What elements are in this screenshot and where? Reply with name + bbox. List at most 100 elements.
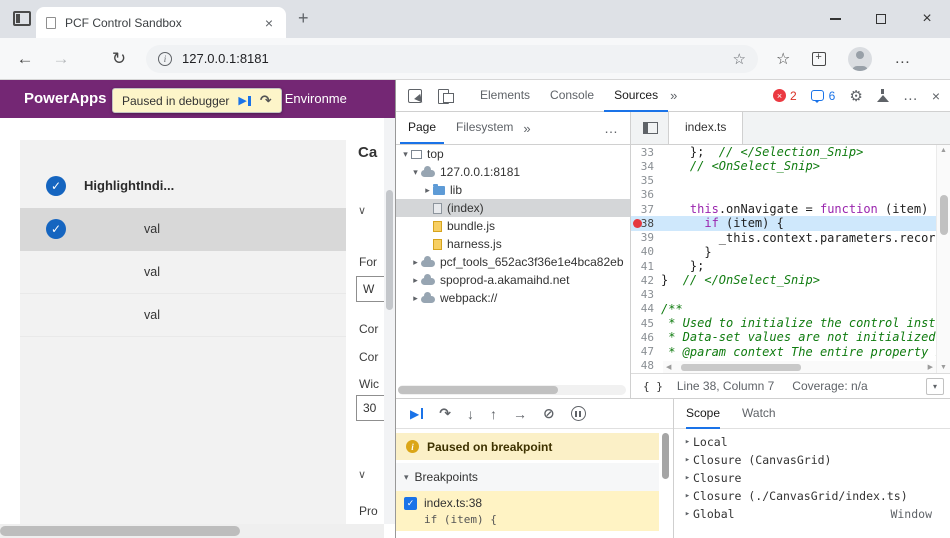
line-number[interactable]: 48 [631,359,661,372]
line-number[interactable]: 46 [631,331,661,344]
address-bar[interactable]: i 127.0.0.1:8181 ☆ [146,44,758,73]
tree-item-pcf-tools[interactable]: ▸ pcf_tools_652ac3f36e1e4bca82eb [396,253,630,271]
tree-item-bundle-js[interactable]: bundle.js [396,217,630,235]
scroll-down-icon[interactable]: ▼ [937,364,950,371]
experiments-icon[interactable] [876,89,889,102]
page-vertical-scrollbar[interactable] [384,118,395,524]
issues-count-badge[interactable]: 6 [810,89,835,103]
code-line[interactable]: 44/** [631,302,936,316]
expand-arrow-icon[interactable]: ▸ [410,275,421,286]
url-text[interactable]: 127.0.0.1:8181 [182,51,733,66]
step-over-button[interactable]: ↷ [439,405,451,422]
editor-vertical-scrollbar[interactable]: ▲ ▼ [936,145,950,373]
devtools-menu-icon[interactable]: … [903,87,918,104]
scrollbar-thumb[interactable] [681,363,801,371]
tab-page[interactable]: Page [400,112,445,144]
step-out-button[interactable]: ↑ [490,406,497,422]
scrollbar-thumb[interactable] [0,526,240,536]
breakpoint-entry[interactable]: ✓ index.ts:38 if (item) { [396,491,659,531]
code-line[interactable]: 43 [631,288,936,302]
overlay-step-over-button[interactable]: ↷ [260,92,272,109]
new-tab-button[interactable]: + [298,8,309,29]
editor-horizontal-scrollbar[interactable]: ◀ ▶ [663,361,936,373]
width-input[interactable]: 30 [356,395,384,421]
step-into-button[interactable]: ↓ [467,406,474,422]
drawer-toggle-icon[interactable]: ▾ [926,377,944,395]
line-number[interactable]: 42 [631,274,661,287]
navigator-menu-icon[interactable]: … [604,120,618,136]
collections-icon[interactable] [812,51,827,66]
browser-menu-icon[interactable]: … [894,50,911,68]
back-button[interactable]: ← [14,49,36,69]
devtools-close-icon[interactable]: × [932,88,940,104]
tab-close-icon[interactable]: × [262,15,276,31]
tree-item-spoprod[interactable]: ▸ spoprod-a.akamaihd.net [396,271,630,289]
line-number[interactable]: 35 [631,174,661,187]
tree-item-lib[interactable]: ▸ lib [396,181,630,199]
expand-arrow-icon[interactable]: ▸ [410,257,421,268]
grid-row[interactable]: val [20,294,346,337]
tree-item-top[interactable]: ▾ top [396,145,630,163]
code-line[interactable]: 45 * Used to initialize the control inst… [631,316,936,330]
scroll-left-icon[interactable]: ◀ [666,363,671,371]
scope-item-closure[interactable]: ▸ Closure [674,469,950,487]
debugger-scrollbar[interactable] [660,433,671,537]
tab-filesystem[interactable]: Filesystem [448,112,521,144]
scope-item-global[interactable]: ▸ Global Window [674,505,950,523]
line-number[interactable]: 39 [631,231,661,244]
expand-arrow-icon[interactable]: ▸ [410,293,421,304]
code-line[interactable]: 42} // </OnSelect_Snip> [631,273,936,287]
form-factor-select[interactable]: W [356,276,384,302]
breakpoint-checkbox[interactable]: ✓ [404,496,417,510]
code-area[interactable]: 33 }; // </Selection_Snip> 34 // <OnSele… [631,145,936,373]
scrollbar-thumb[interactable] [662,433,669,479]
grid-row[interactable]: val [20,251,346,294]
forward-button[interactable]: → [50,49,72,69]
collapse-navigator-icon[interactable] [643,122,658,134]
profile-avatar[interactable] [848,46,873,71]
code-line[interactable]: 46 * Data-set values are not initialized… [631,330,936,344]
scope-item-closure[interactable]: ▸ Closure (CanvasGrid) [674,451,950,469]
line-number[interactable]: 37 [631,203,661,216]
favorites-icon[interactable]: ☆ [776,49,790,69]
code-line[interactable]: 33 }; // </Selection_Snip> [631,145,936,159]
tree-item-webpack[interactable]: ▸ webpack:// [396,289,630,307]
code-line[interactable]: 40 } [631,245,936,259]
close-button[interactable]: × [904,0,950,38]
browser-tab[interactable]: PCF Control Sandbox × [36,7,286,38]
tab-scope[interactable]: Scope [686,399,721,429]
add-favorite-icon[interactable]: ☆ [733,50,746,68]
grid-row[interactable]: ✓ val [20,208,346,251]
line-number[interactable]: 44 [631,302,661,315]
settings-gear-icon[interactable]: ⚙ [849,87,862,105]
line-number[interactable]: 43 [631,288,661,301]
code-line[interactable]: 37 this.onNavigate = function (item) { [631,202,936,216]
section-chevron-icon[interactable]: ∨ [358,468,366,481]
section-chevron-icon[interactable]: ∨ [358,204,366,217]
maximize-button[interactable] [858,0,904,38]
expand-arrow-icon[interactable]: ▾ [400,149,411,160]
more-navigator-tabs-icon[interactable]: » [523,121,530,136]
line-number[interactable]: 47 [631,345,661,358]
overlay-resume-button[interactable]: ▶ [238,94,251,107]
breakpoints-section-header[interactable]: ▾ Breakpoints [396,463,659,491]
code-line[interactable]: 41 }; [631,259,936,273]
scroll-up-icon[interactable]: ▲ [937,147,950,154]
expand-arrow-icon[interactable]: ▾ [410,167,421,178]
tree-horizontal-scrollbar[interactable] [398,385,626,395]
pause-on-exceptions-button[interactable] [570,406,586,421]
line-number[interactable]: 33 [631,146,661,159]
site-info-icon[interactable]: i [158,51,172,66]
inspect-element-icon[interactable] [408,88,422,103]
tree-item-origin[interactable]: ▾ 127.0.0.1:8181 [396,163,630,181]
page-horizontal-scrollbar[interactable] [0,524,384,538]
vertical-tabs-icon[interactable] [13,11,31,26]
resume-script-button[interactable]: ▶ [410,407,424,421]
line-number[interactable]: 40 [631,245,661,258]
deactivate-breakpoints-button[interactable]: ⊘ [543,405,555,422]
scope-item-closure[interactable]: ▸ Closure (./CanvasGrid/index.ts) [674,487,950,505]
scrollbar-thumb[interactable] [398,386,558,394]
code-line-paused[interactable]: 38 if (item) { [631,216,936,231]
line-number[interactable]: 36 [631,188,661,201]
tab-console[interactable]: Console [540,80,604,112]
